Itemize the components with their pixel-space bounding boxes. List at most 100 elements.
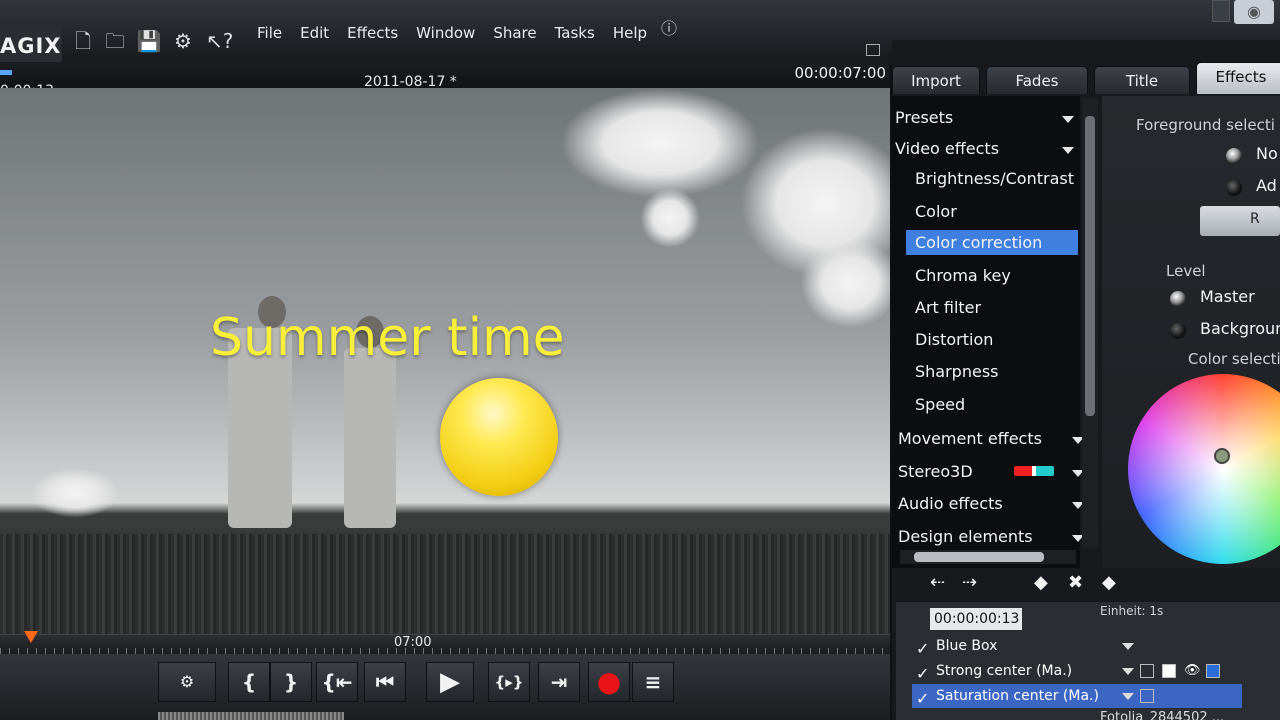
foreground-selection-label: Foreground selecti — [1136, 116, 1275, 134]
checkbox-icon[interactable]: ✓ — [916, 662, 929, 686]
effect-color-correction[interactable]: Color correction — [906, 230, 1078, 255]
visibility-eye-icon[interactable]: 👁 — [1184, 659, 1201, 683]
jump-to-out-button[interactable]: ⇥ — [538, 662, 580, 702]
category-audio-effects[interactable]: Audio effects — [898, 494, 1003, 513]
radio-background-label: Backgroun — [1200, 319, 1280, 338]
color-selection-label: Color selecti — [1188, 350, 1280, 368]
effect-sharpness[interactable]: Sharpness — [915, 362, 999, 381]
effect-brightness-contrast[interactable]: Brightness/Contrast — [915, 169, 1074, 188]
track-label: Blue Box — [936, 638, 998, 654]
previous-marker-button[interactable]: ⏮ — [364, 662, 406, 702]
open-folder-icon[interactable]: 🗀 — [102, 28, 128, 54]
jog-scrubber[interactable] — [158, 712, 344, 720]
set-in-button[interactable]: { — [228, 662, 270, 702]
effect-color[interactable]: Color — [915, 202, 957, 221]
category-stereo3d[interactable]: Stereo3D — [898, 462, 973, 481]
media-pool-tabs: Import Fades Title Effects — [892, 62, 1280, 94]
timeline-ruler[interactable]: 07:00 — [0, 631, 890, 654]
info-icon[interactable]: ⓘ — [656, 16, 682, 42]
track-label: Strong center (Ma.) — [936, 663, 1073, 679]
menu-list-button[interactable]: ≡ — [632, 662, 674, 702]
tab-title[interactable]: Title — [1094, 66, 1190, 94]
curve-icon[interactable] — [1206, 664, 1220, 678]
effect-distortion[interactable]: Distortion — [915, 330, 993, 349]
preview-marker[interactable] — [0, 70, 12, 75]
menu-file[interactable]: File — [248, 22, 291, 44]
scroll-thumb[interactable] — [1085, 116, 1095, 416]
effects-vertical-scrollbar[interactable] — [1082, 98, 1098, 548]
tab-effects[interactable]: Effects — [1196, 62, 1280, 94]
radio-master-label: Master — [1200, 287, 1255, 306]
effects-horizontal-scrollbar[interactable] — [900, 550, 1076, 564]
maximize-icon[interactable] — [866, 44, 880, 56]
record-button[interactable]: ● — [588, 662, 630, 702]
delete-keyframe-icon[interactable]: ✖ — [1068, 572, 1083, 593]
cloud — [640, 188, 700, 248]
color-wheel[interactable] — [1128, 374, 1280, 564]
video-preview: 0:00:13 2011-08-17 * 00:00:07:00 Summer … — [0, 44, 890, 634]
menu-help[interactable]: Help — [604, 22, 656, 44]
effect-art-filter[interactable]: Art filter — [915, 298, 981, 317]
jump-to-in-button[interactable]: {⇤ — [316, 662, 358, 702]
radio-no[interactable] — [1226, 148, 1242, 164]
color-swatch[interactable] — [1162, 664, 1176, 678]
option-square-icon[interactable] — [1140, 689, 1154, 703]
menu-edit[interactable]: Edit — [291, 22, 338, 44]
scroll-thumb[interactable] — [914, 552, 1044, 562]
effects-tree: Presets Video effects Brightness/Contras… — [892, 96, 1084, 578]
radio-add[interactable] — [1226, 180, 1242, 196]
unit-label: Einheit: 1s — [1100, 604, 1164, 618]
color-correction-settings: Foreground selecti No Ad R Level Master … — [1102, 96, 1280, 578]
checkbox-icon[interactable]: ✓ — [916, 687, 929, 711]
online-globe-icon[interactable]: ◉ — [1234, 0, 1274, 24]
category-video-effects[interactable]: Video effects — [895, 139, 999, 158]
chevron-down-icon[interactable] — [1122, 693, 1134, 700]
play-range-button[interactable]: {▸} — [488, 662, 530, 702]
menu-tasks[interactable]: Tasks — [546, 22, 604, 44]
menu-effects[interactable]: Effects — [338, 22, 407, 44]
menu-window[interactable]: Window — [407, 22, 484, 44]
track-label: Saturation center (Ma.) — [936, 688, 1099, 704]
film-reel-icon[interactable]: ⚙ — [158, 662, 216, 702]
chevron-down-icon[interactable] — [1122, 668, 1134, 675]
reset-button[interactable]: R — [1200, 206, 1280, 236]
help-pointer-icon[interactable]: ↖? — [206, 28, 233, 54]
new-file-icon[interactable]: 🗋 — [70, 28, 96, 54]
keyframe-mode-icon[interactable]: ◆ — [1102, 572, 1116, 593]
category-design-elements[interactable]: Design elements — [898, 527, 1033, 546]
set-out-button[interactable]: } — [270, 662, 312, 702]
effect-speed[interactable]: Speed — [915, 395, 965, 414]
chevron-down-icon[interactable] — [1062, 147, 1074, 154]
radio-master[interactable] — [1170, 291, 1186, 307]
window-control[interactable] — [1212, 0, 1230, 22]
track-row[interactable]: ✓ Blue Box — [912, 634, 1242, 658]
save-icon[interactable]: 💾 — [136, 28, 162, 54]
color-wheel-handle[interactable] — [1214, 448, 1230, 464]
radio-no-label: No — [1256, 144, 1278, 163]
grass-field — [0, 534, 890, 634]
chevron-down-icon[interactable] — [1062, 116, 1074, 123]
checkbox-icon[interactable]: ✓ — [916, 637, 929, 661]
category-presets[interactable]: Presets — [895, 108, 953, 127]
add-keyframe-icon[interactable]: ◆ — [1034, 572, 1048, 593]
cloud — [800, 238, 890, 328]
effect-chroma-key[interactable]: Chroma key — [915, 266, 1011, 285]
prev-keyframe-icon[interactable]: ⇠ — [930, 572, 945, 593]
title-overlay-text[interactable]: Summer time — [210, 308, 565, 368]
tab-fades[interactable]: Fades — [986, 66, 1088, 94]
media-pool-panel: Import Fades Title Effects Presets Video… — [892, 40, 1280, 720]
category-movement-effects[interactable]: Movement effects — [898, 429, 1042, 448]
keyframe-timecode[interactable]: 00:00:00:13 — [930, 608, 1022, 630]
settings-gear-icon[interactable]: ⚙ — [170, 28, 196, 54]
playhead-marker[interactable] — [24, 631, 38, 643]
option-square-icon[interactable] — [1140, 664, 1154, 678]
tab-import[interactable]: Import — [892, 66, 980, 94]
play-button[interactable]: ▶ — [426, 662, 474, 702]
chevron-down-icon[interactable] — [1122, 643, 1134, 650]
next-keyframe-icon[interactable]: ⇢ — [962, 572, 977, 593]
app-logo: AGIX — [0, 26, 62, 64]
menu-share[interactable]: Share — [484, 22, 545, 44]
track-row[interactable]: ✓ Saturation center (Ma.) — [912, 684, 1242, 708]
track-row[interactable]: ✓ Strong center (Ma.) 👁 — [912, 659, 1242, 683]
radio-background[interactable] — [1170, 323, 1186, 339]
